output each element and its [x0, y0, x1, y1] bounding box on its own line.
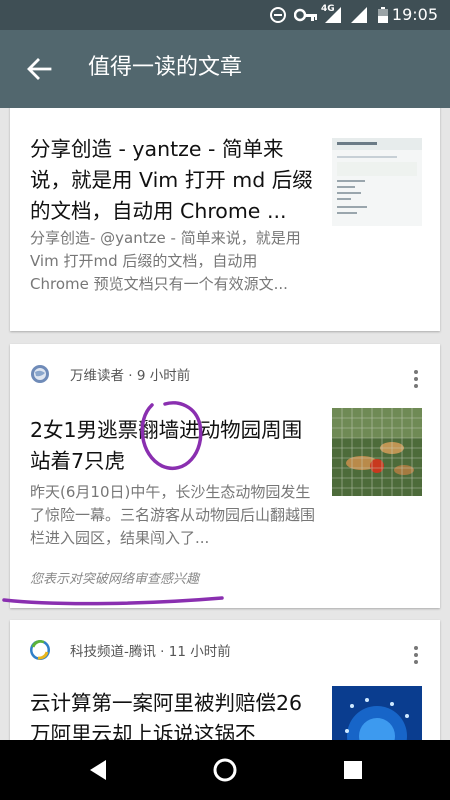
article-title[interactable]: 分享创造 - yantze - 简单来说，就是用 Vim 打开 md 后缀的文档… [30, 134, 315, 227]
article-source-row: 万维读者 · 9 小时前 [30, 362, 420, 386]
recents-square-icon[interactable] [340, 757, 366, 783]
key-icon [294, 8, 317, 22]
more-vert-icon[interactable] [413, 646, 419, 664]
article-source[interactable]: 万维读者 · 9 小时前 [70, 364, 190, 384]
status-bar: 4G 19:05 [0, 0, 450, 30]
interest-note: 您表示对突破网络审查感兴趣 [30, 572, 200, 587]
back-triangle-icon[interactable] [86, 757, 112, 783]
screenshot-thumbnail[interactable] [332, 138, 422, 226]
tigers-thumbnail[interactable] [332, 408, 422, 496]
signal-icon [351, 7, 367, 23]
arrow-back-icon[interactable] [26, 57, 52, 81]
navigation-bar [0, 740, 450, 800]
article-card[interactable]: 分享创造 - yantze - 简单来说，就是用 Vim 打开 md 后缀的文档… [10, 108, 440, 331]
4g-signal-icon [325, 7, 341, 23]
page-title: 值得一读的文章 [88, 55, 243, 80]
more-vert-icon[interactable] [413, 370, 419, 388]
cloud-tech-thumbnail[interactable] [332, 686, 422, 740]
app-bar: 值得一读的文章 [0, 30, 450, 108]
do-not-disturb-icon [270, 7, 286, 23]
tencent-logo-icon [30, 640, 50, 660]
article-title[interactable]: 2女1男逃票翻墙进动物园周围站着7只虎 [30, 415, 315, 477]
globe-logo-icon [31, 365, 49, 383]
clock: 19:05 [391, 5, 438, 24]
article-card[interactable]: 科技频道-腾讯 · 11 小时前 云计算第一案阿里被判赔偿26万阿里云却上诉说这… [10, 620, 440, 740]
article-card[interactable]: 万维读者 · 9 小时前 2女1男逃票翻墙进动物园周围站着7只虎 昨天(6月10… [10, 344, 440, 608]
article-feed[interactable]: 分享创造 - yantze - 简单来说，就是用 Vim 打开 md 后缀的文档… [0, 108, 450, 740]
article-title[interactable]: 云计算第一案阿里被判赔偿26万阿里云却上诉说这锅不 [30, 688, 315, 740]
article-source-row: 科技频道-腾讯 · 11 小时前 [30, 638, 420, 662]
home-circle-icon[interactable] [212, 757, 238, 783]
article-source[interactable]: 科技频道-腾讯 · 11 小时前 [70, 640, 231, 660]
article-snippet: 分享创造- @yantze - 简单来说，就是用Vim 打开md 后缀的文档，自… [30, 229, 301, 293]
article-snippet: 昨天(6月10日)中午，长沙生态动物园发生了惊险一幕。三名游客从动物园后山翻越围… [30, 483, 316, 547]
battery-icon [378, 7, 388, 23]
